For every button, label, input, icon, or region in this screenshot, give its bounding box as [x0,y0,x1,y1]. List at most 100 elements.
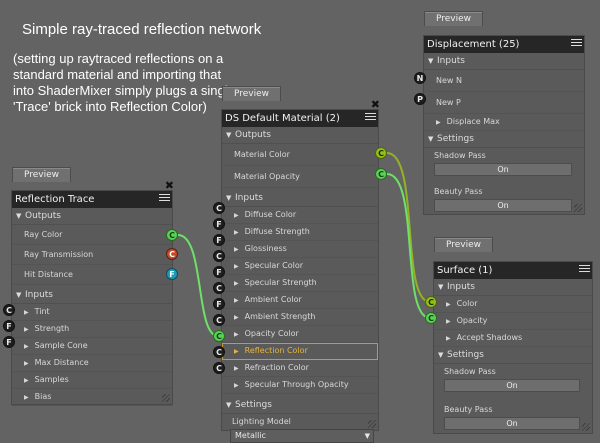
port-new-p-in[interactable]: P [414,93,426,105]
expand-icon[interactable]: ▶ [446,335,451,342]
settings-section-header[interactable]: ▼ Settings [424,131,584,148]
surface-preview-button[interactable]: Preview [434,237,493,252]
input-row-displace-max[interactable]: ▶ Displace Max [424,114,584,131]
expand-icon[interactable]: ▶ [234,229,239,236]
ds-material-brick[interactable]: DS Default Material (2) ✖ ▼ Outputs Mater… [221,99,380,443]
input-row-new-p[interactable]: New P [424,92,584,114]
displacement-preview-button[interactable]: Preview [424,11,483,26]
reflection-trace-preview-button[interactable]: Preview [12,167,71,182]
port-diffuse-strength-in[interactable]: F [213,218,225,230]
input-row-tint[interactable]: ▶ Tint [12,304,172,321]
inputs-section-header[interactable]: ▼ Inputs [222,190,378,207]
beauty-pass-toggle[interactable]: On [434,199,572,212]
expand-icon[interactable]: ▶ [234,314,239,321]
settings-section-header[interactable]: ▼ Settings [222,397,378,414]
port-material-opacity-out[interactable]: C [375,168,387,180]
resize-grip-icon[interactable] [574,204,582,212]
expand-icon[interactable]: ▶ [24,394,29,401]
input-row-strength[interactable]: ▶ Strength [12,321,172,338]
port-strength-in[interactable]: F [3,320,15,332]
resize-grip-icon[interactable] [582,423,590,431]
outputs-section-header[interactable]: ▼ Outputs [12,208,172,225]
expand-icon[interactable]: ▶ [234,365,239,372]
port-reflection-color-in[interactable]: C [213,330,225,342]
expand-icon[interactable]: ▶ [446,301,451,308]
expand-icon[interactable]: ▶ [24,309,29,316]
menu-icon[interactable] [571,39,582,49]
expand-icon[interactable]: ▶ [24,343,29,350]
displacement-brick[interactable]: Displacement (25) ▼ Inputs New N New P ▶ D… [423,35,585,215]
beauty-pass-toggle[interactable]: On [444,417,580,430]
port-material-color-out[interactable]: C [375,147,387,159]
shadow-pass-toggle[interactable]: On [434,163,572,176]
close-icon[interactable]: ✖ [165,180,174,191]
expand-icon[interactable]: ▶ [234,280,239,287]
input-row-refraction-color[interactable]: ▶ Refraction Color [222,360,378,377]
expand-icon[interactable]: ▶ [24,377,29,384]
port-specular-color-in[interactable]: C [213,250,225,262]
input-row-bias[interactable]: ▶ Bias [12,389,172,406]
settings-section-header[interactable]: ▼ Settings [434,347,592,364]
port-diffuse-color-in[interactable]: C [213,202,225,214]
reflection-trace-brick[interactable]: Reflection Trace ✖ ▼ Outputs Ray Color Ra… [11,180,174,406]
input-row-specular-strength[interactable]: ▶ Specular Strength [222,275,378,292]
inputs-section-header[interactable]: ▼ Inputs [434,279,592,296]
port-ambient-color-in[interactable]: C [213,282,225,294]
displacement-title-bar[interactable]: Displacement (25) [424,36,584,53]
input-row-diffuse-color[interactable]: ▶ Diffuse Color [222,207,378,224]
input-row-accept-shadows[interactable]: ▶ Accept Shadows [434,330,592,347]
port-surface-opacity-in[interactable]: C [425,312,437,324]
input-row-reflection-color[interactable]: ▶ Reflection Color [222,343,378,360]
expand-icon[interactable]: ▶ [234,382,239,389]
port-new-n-in[interactable]: N [414,72,426,84]
input-row-diffuse-strength[interactable]: ▶ Diffuse Strength [222,224,378,241]
input-row-samples[interactable]: ▶ Samples [12,372,172,389]
port-glossiness-in[interactable]: F [213,234,225,246]
close-icon[interactable]: ✖ [371,99,380,110]
expand-icon[interactable]: ▶ [234,348,239,355]
port-ambient-strength-in[interactable]: F [213,298,225,310]
input-row-specular-color[interactable]: ▶ Specular Color [222,258,378,275]
outputs-section-header[interactable]: ▼ Outputs [222,127,378,144]
input-row-opacity[interactable]: ▶ Opacity [434,313,592,330]
ds-material-title-bar[interactable]: DS Default Material (2) ✖ [222,99,380,127]
inputs-section-header[interactable]: ▼ Inputs [424,53,584,70]
port-opacity-color-in[interactable]: C [213,314,225,326]
port-sample-cone-in[interactable]: F [3,336,15,348]
expand-icon[interactable]: ▶ [234,297,239,304]
menu-icon[interactable] [159,194,170,204]
expand-icon[interactable]: ▶ [436,119,441,126]
input-row-opacity-color[interactable]: ▶ Opacity Color [222,326,378,343]
inputs-section-header[interactable]: ▼ Inputs [12,287,172,304]
expand-icon[interactable]: ▶ [234,331,239,338]
expand-icon[interactable]: ▶ [24,326,29,333]
expand-icon[interactable]: ▶ [24,360,29,367]
input-row-glossiness[interactable]: ▶ Glossiness [222,241,378,258]
menu-icon[interactable] [365,113,376,123]
port-specular-through-opacity-in[interactable]: C [213,362,225,374]
shadow-pass-toggle[interactable]: On [444,379,580,392]
surface-brick[interactable]: Surface (1) ▼ Inputs ▶ Color ▶ Opacity ▶ Acc… [433,261,593,434]
port-ray-transmission-out[interactable]: C [166,248,178,260]
expand-icon[interactable]: ▶ [234,263,239,270]
input-row-color[interactable]: ▶ Color [434,296,592,313]
ds-material-preview-button[interactable]: Preview [222,86,281,101]
port-refraction-color-in[interactable]: C [213,346,225,358]
input-row-ambient-color[interactable]: ▶ Ambient Color [222,292,378,309]
resize-grip-icon[interactable] [368,420,376,428]
menu-icon[interactable] [579,265,590,275]
input-row-sample-cone[interactable]: ▶ Sample Cone [12,338,172,355]
input-row-ambient-strength[interactable]: ▶ Ambient Strength [222,309,378,326]
expand-icon[interactable]: ▶ [234,246,239,253]
lighting-model-dropdown[interactable]: Metallic ▼ [230,429,374,443]
input-row-max-distance[interactable]: ▶ Max Distance [12,355,172,372]
resize-grip-icon[interactable] [162,394,170,402]
input-row-new-n[interactable]: New N [424,70,584,92]
expand-icon[interactable]: ▶ [234,212,239,219]
port-surface-color-in[interactable]: C [425,296,437,308]
port-hit-distance-out[interactable]: F [166,268,178,280]
port-ray-color-out[interactable]: C [166,229,178,241]
expand-icon[interactable]: ▶ [446,318,451,325]
input-row-specular-through-opacity[interactable]: ▶ Specular Through Opacity [222,377,378,394]
reflection-trace-title-bar[interactable]: Reflection Trace ✖ [12,180,174,208]
